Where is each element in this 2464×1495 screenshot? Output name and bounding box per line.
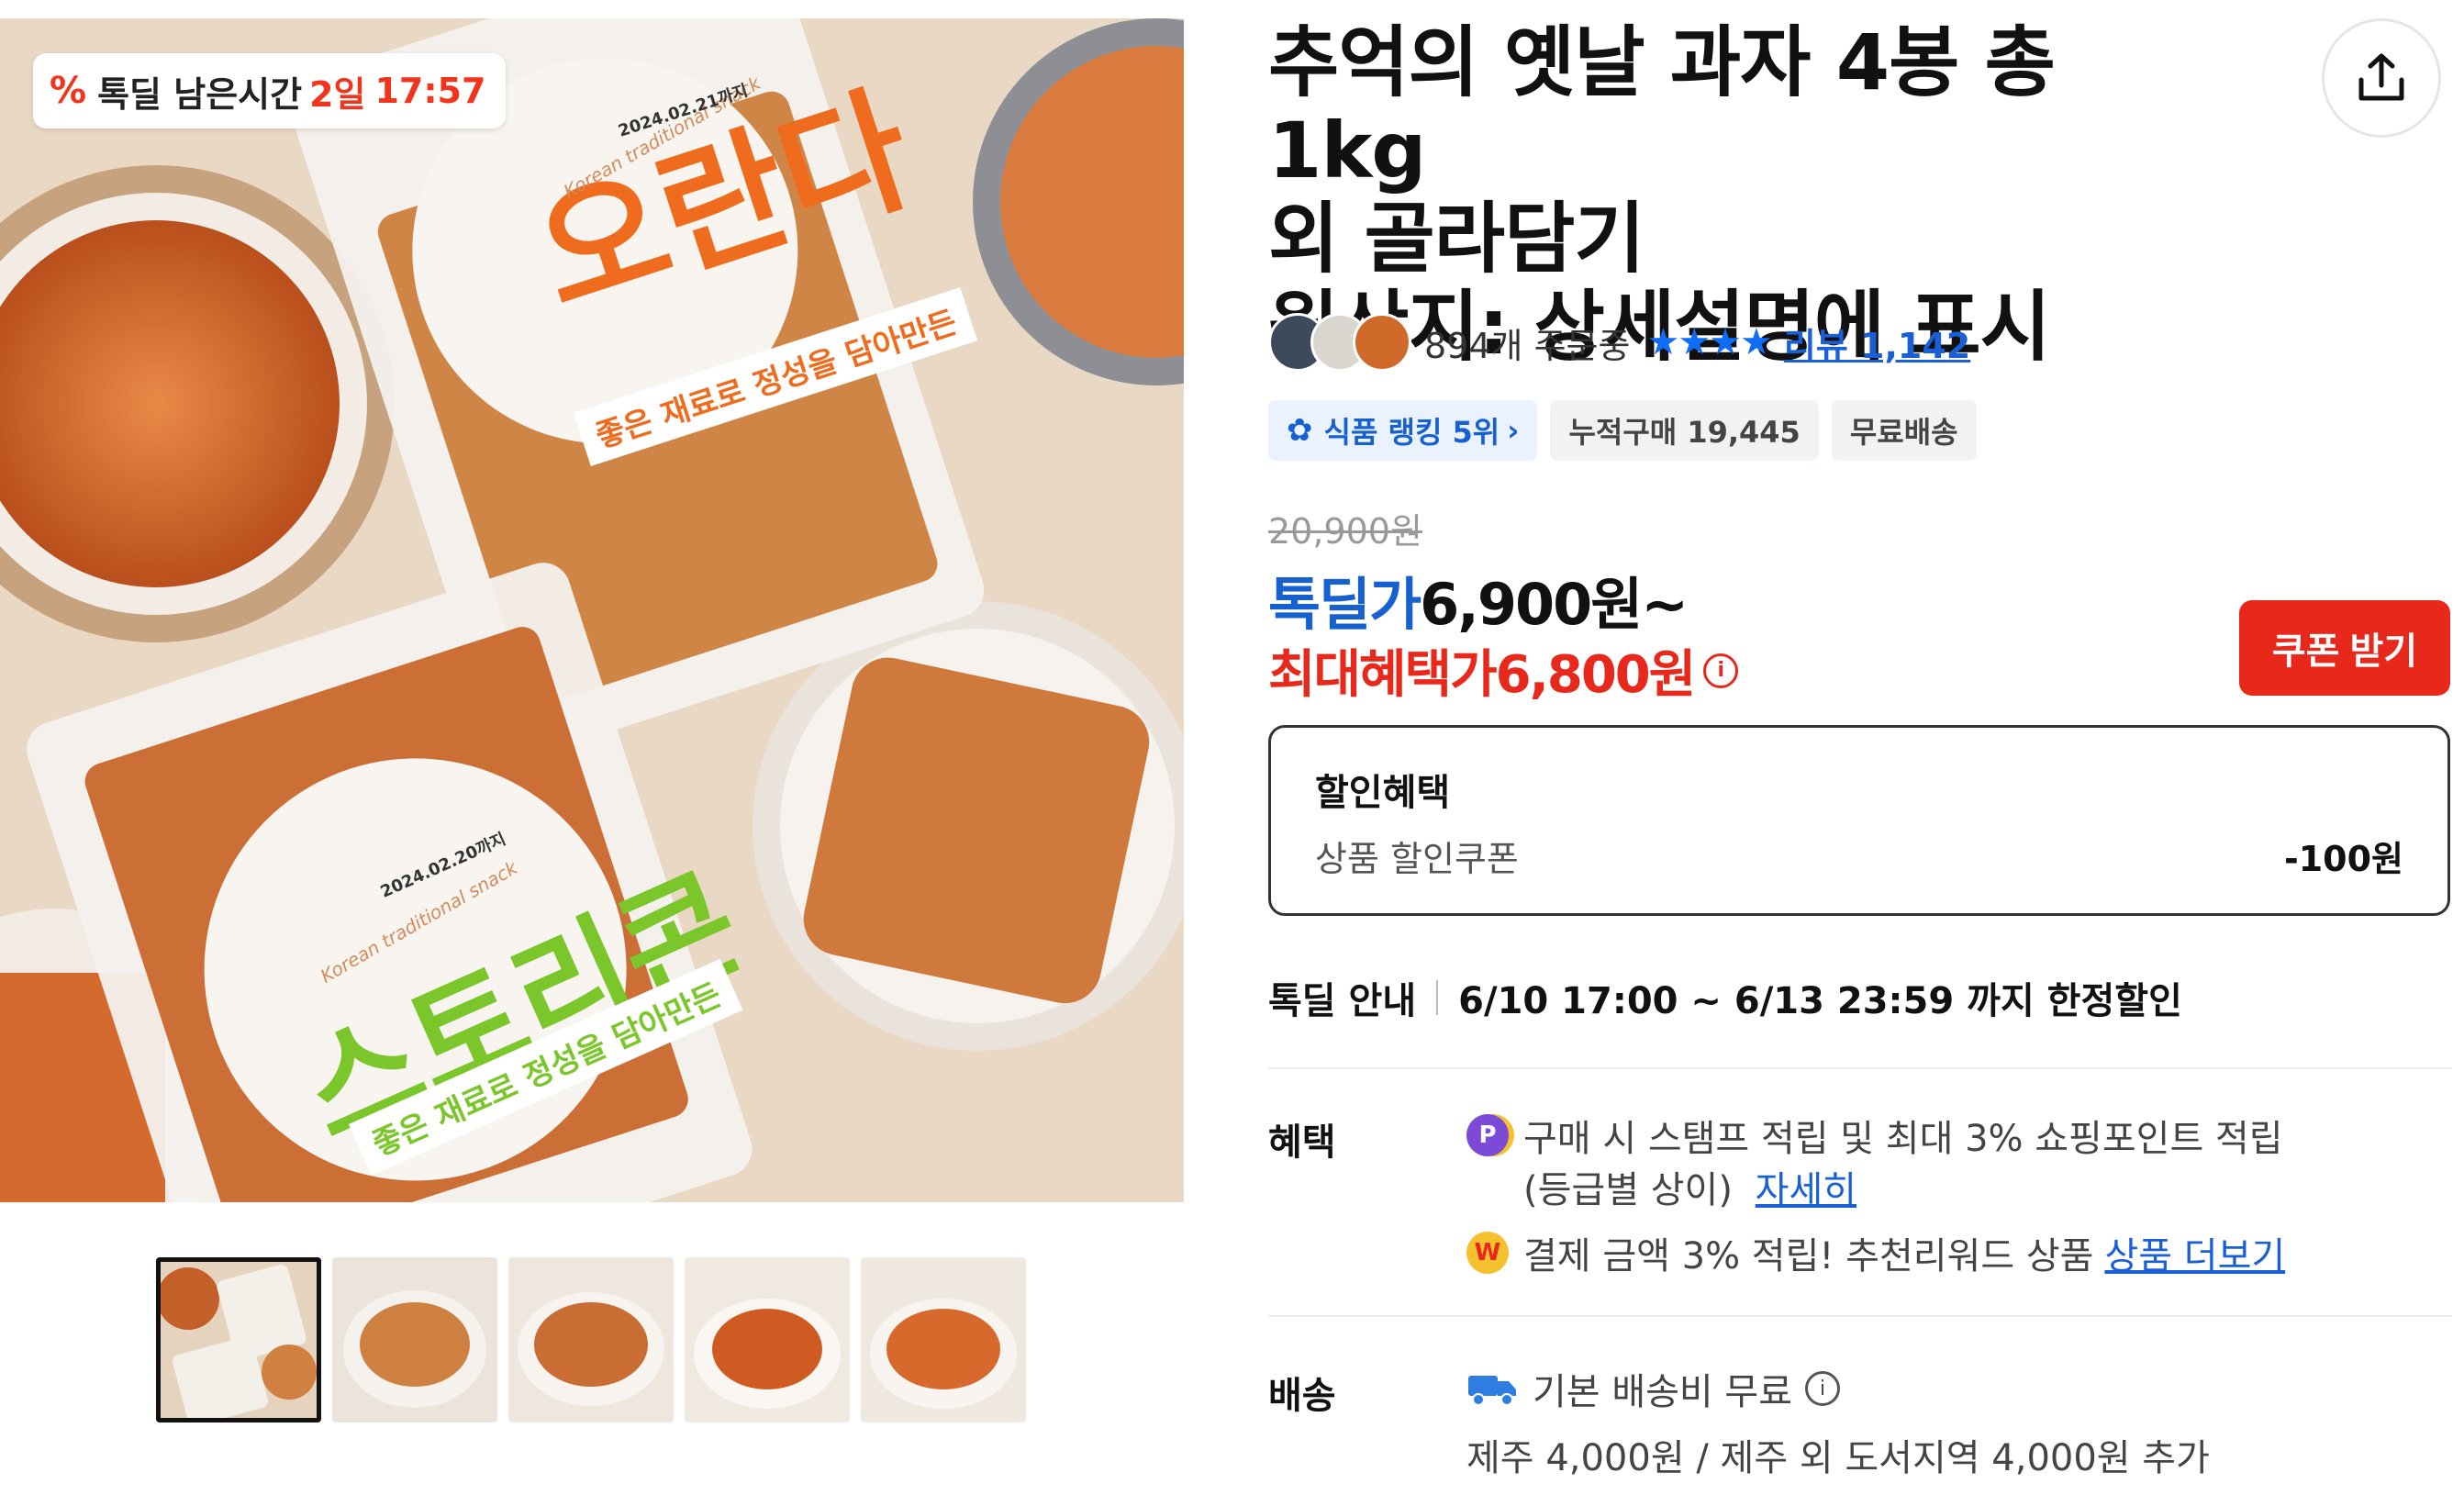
truck-icon [1468, 1376, 1516, 1406]
more-products-link[interactable]: 상품 더보기 [2104, 1226, 2285, 1279]
order-stats: 894개 주문중 ★★★★ 리뷰 1,142 [1268, 310, 1970, 374]
thumbnail-2[interactable] [332, 1257, 497, 1422]
thumbnail-1-image [161, 1264, 317, 1418]
thumbnail-3[interactable] [508, 1257, 674, 1422]
rating-stars: ★★★★ [1646, 321, 1772, 363]
benefit-line1b: (등급별 상이) 자세히 [1523, 1160, 1856, 1213]
benefit-line2-text: 결제 금액 3% 적립! 추천리워드 상품 [1523, 1235, 2094, 1277]
main-product-image: 오란다 좋은 재료로 정성을 담아만든 Korean traditional s… [0, 18, 1184, 1202]
shipping-line2: 제주 4,000원 / 제주 외 도서지역 4,000원 추가 [1466, 1437, 2210, 1479]
product-info-panel: 추억의 옛날 과자 4봉 총 1kg 외 골라담기 원산지: 상세설명에 표시 … [1268, 0, 2452, 1495]
get-coupon-button[interactable]: 쿠폰 받기 [2239, 600, 2450, 696]
max-benefit-amount: 6,800원 [1495, 645, 1697, 705]
benefit-line1b-text: (등급별 상이) [1523, 1169, 1733, 1211]
benefit-stamp-line: P 구매 시 스탬프 적립 및 최대 3% 쇼핑포인트 적립 [1466, 1109, 2283, 1162]
deal-guide: 톡딜 안내 6/10 17:00 ~ 6/13 23:59 까지 한정할인 [1268, 971, 2182, 1024]
deal-price-amount: 6,900원~ [1420, 571, 1689, 638]
max-benefit-price: 최대혜택가 6,800원 i [1268, 633, 1739, 708]
thumbnail-5-image [870, 1299, 1017, 1409]
info-icon[interactable]: i [1805, 1371, 1841, 1406]
deal-timer-badge: % 톡딜 남은시간 2일 17:57 [33, 53, 507, 128]
share-upload-icon [2358, 53, 2404, 101]
divider [1268, 1315, 2452, 1317]
reward-w-icon: W [1466, 1232, 1509, 1274]
point-p-icon: P [1466, 1114, 1509, 1156]
benefit-line1-text: 구매 시 스탬프 적립 및 최대 3% 쇼핑포인트 적립 [1523, 1118, 2283, 1160]
review-link[interactable]: 리뷰 1,142 [1784, 318, 1970, 368]
discount-benefit-box: 할인혜택 상품 할인쿠폰 -100원 [1268, 725, 2450, 916]
shipping-label: 배송 [1268, 1375, 1336, 1417]
thumbnail-1[interactable] [156, 1257, 321, 1422]
discount-item-label: 상품 할인쿠폰 [1315, 839, 1519, 879]
timer-remaining-time: 17:57 [374, 71, 486, 111]
thumbnail-3-image [518, 1292, 664, 1406]
max-benefit-label: 최대혜택가 [1268, 645, 1498, 705]
thumbnail-4[interactable] [685, 1257, 850, 1422]
cumulative-purchase-badge: 누적구매 19,445 [1550, 400, 1819, 461]
percent-icon: % [50, 70, 87, 112]
benefit-reward-line: W 결제 금액 3% 적립! 추천리워드 상품 상품 더보기 [1466, 1226, 2285, 1279]
original-price: 20,900원 [1268, 511, 1422, 552]
shipping-line1: 기본 배송비 무료 i [1466, 1362, 1841, 1415]
rank-label: 식품 랭킹 5위 [1323, 415, 1500, 450]
share-button[interactable] [2322, 18, 2441, 138]
deal-price-label: 톡딜가 [1268, 571, 1422, 638]
benefit-label: 혜택 [1268, 1121, 1336, 1164]
deal-price: 톡딜가 6,900원~ [1268, 558, 1689, 641]
thumbnail-2-image [343, 1290, 486, 1408]
thumbnail-5[interactable] [861, 1257, 1026, 1422]
info-icon[interactable]: i [1703, 653, 1739, 688]
divider [1436, 980, 1439, 1015]
rank-gear-icon: ✿ [1287, 412, 1313, 449]
thumbnail-4-image [694, 1299, 841, 1409]
timer-label: 톡딜 남은시간 [97, 73, 303, 115]
avatar [1353, 313, 1411, 372]
product-title-line2: 외 골라담기 [1268, 194, 1645, 284]
thumbnail-strip [156, 1257, 1026, 1422]
deal-guide-label: 톡딜 안내 [1268, 980, 1417, 1022]
free-shipping-badge: 무료배송 [1831, 400, 1977, 461]
deal-guide-period: 6/10 17:00 ~ 6/13 23:59 까지 한정할인 [1458, 980, 2182, 1022]
timer-remaining-days: 2일 [309, 73, 366, 115]
order-count: 894개 주문중 [1424, 325, 1631, 366]
discount-item-value: -100원 [2283, 839, 2403, 879]
divider [1268, 1067, 2452, 1069]
benefit-detail-link[interactable]: 자세히 [1756, 1169, 1856, 1211]
badge-row: ✿ 식품 랭킹 5위 › 누적구매 19,445 무료배송 [1268, 400, 1977, 461]
chevron-right-icon: › [1507, 413, 1520, 448]
buyer-avatars [1268, 313, 1411, 372]
shipping-line1-text: 기본 배송비 무료 [1533, 1371, 1793, 1413]
product-title-line1: 추억의 옛날 과자 4봉 총 1kg [1268, 17, 2056, 195]
discount-header: 할인혜택 [1315, 772, 1451, 814]
food-ranking-badge[interactable]: ✿ 식품 랭킹 5위 › [1268, 400, 1538, 461]
